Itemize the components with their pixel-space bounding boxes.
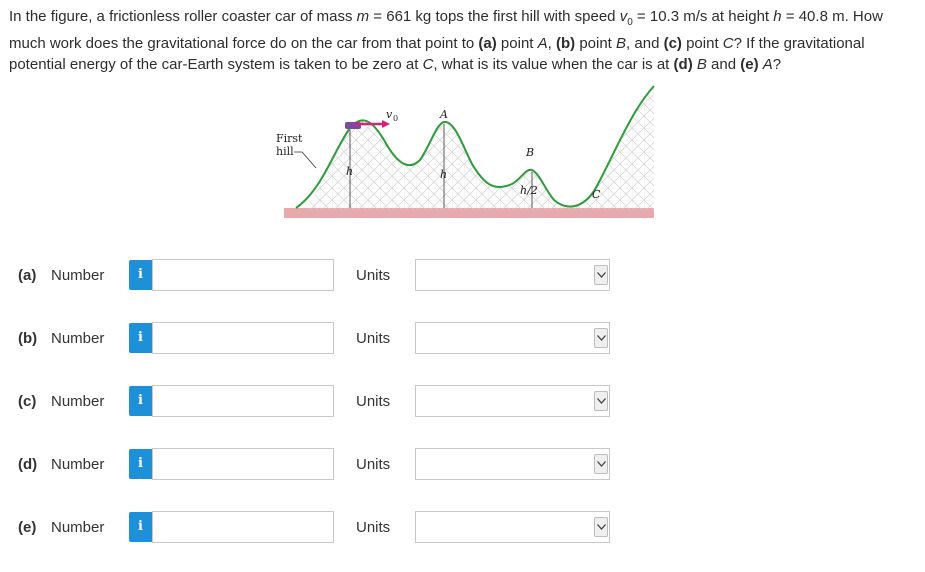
half-h-label: h/2 <box>520 184 538 197</box>
point-b-label: B <box>525 146 534 159</box>
h-label-2: h <box>440 168 447 181</box>
chevron-down-icon[interactable] <box>594 391 608 411</box>
part-label: (a) <box>18 267 37 284</box>
number-input[interactable] <box>152 448 334 480</box>
number-label: Number <box>51 519 105 536</box>
roller-coaster-figure: First hill v 0 h h A B h/2 C <box>272 80 662 225</box>
units-select[interactable] <box>415 385 610 417</box>
units-label: Units <box>356 267 391 284</box>
number-input[interactable] <box>152 511 334 543</box>
chevron-down-icon[interactable] <box>594 265 608 285</box>
info-icon[interactable]: i <box>129 449 152 479</box>
answer-row-e: (e) Number i Units <box>0 511 925 545</box>
info-icon[interactable]: i <box>129 512 152 542</box>
info-icon[interactable]: i <box>129 323 152 353</box>
answer-row-d: (d) Number i Units <box>0 448 925 482</box>
h-label-1: h <box>346 165 353 178</box>
velocity-arrowhead <box>382 120 390 128</box>
part-label: (d) <box>18 456 38 473</box>
part-label: (b) <box>18 330 38 347</box>
chevron-down-icon[interactable] <box>594 328 608 348</box>
answer-row-b: (b) Number i Units <box>0 322 925 356</box>
number-input[interactable] <box>152 322 334 354</box>
units-label: Units <box>356 519 391 536</box>
roller-coaster-diagram: First hill v 0 h h A B h/2 C <box>276 85 655 218</box>
units-label: Units <box>356 393 391 410</box>
number-input[interactable] <box>152 259 334 291</box>
first-hill-pointer <box>294 151 317 169</box>
units-select[interactable] <box>415 259 610 291</box>
chevron-down-icon[interactable] <box>594 454 608 474</box>
chevron-down-icon[interactable] <box>594 517 608 537</box>
number-label: Number <box>51 456 105 473</box>
first-hill-label-2: hill <box>276 145 294 158</box>
part-label: (c) <box>18 393 37 410</box>
units-select[interactable] <box>415 511 610 543</box>
first-hill-label: First <box>276 132 303 145</box>
units-select[interactable] <box>415 322 610 354</box>
part-label: (e) <box>18 519 37 536</box>
number-input[interactable] <box>152 385 334 417</box>
info-icon[interactable]: i <box>129 260 152 290</box>
point-a-label: A <box>439 108 448 121</box>
number-label: Number <box>51 330 105 347</box>
units-label: Units <box>356 456 391 473</box>
number-label: Number <box>51 267 105 284</box>
support-lattice <box>306 86 654 210</box>
answer-row-a: (a) Number i Units <box>0 259 925 293</box>
point-c-label: C <box>592 188 601 201</box>
units-label: Units <box>356 330 391 347</box>
question-text: In the figure, a frictionless roller coa… <box>9 8 883 73</box>
v0-label: v <box>386 108 393 121</box>
v0-subscript: 0 <box>393 114 398 123</box>
units-select[interactable] <box>415 448 610 480</box>
answer-row-c: (c) Number i Units <box>0 385 925 419</box>
info-icon[interactable]: i <box>129 386 152 416</box>
number-label: Number <box>51 393 105 410</box>
